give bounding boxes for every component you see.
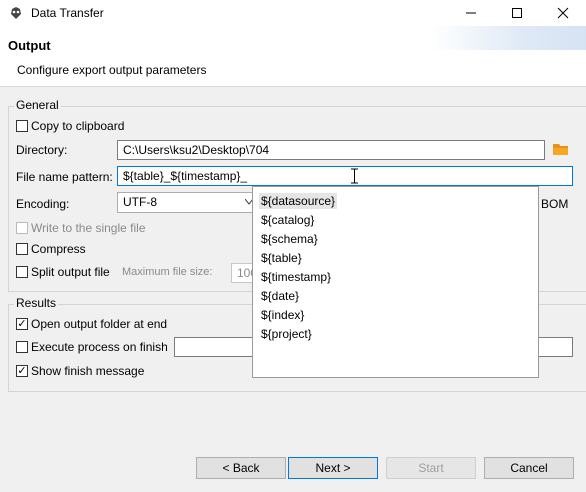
- split-output-checkbox[interactable]: [16, 266, 28, 278]
- compress-label: Compress: [31, 242, 86, 256]
- open-folder-label: Open output folder at end: [31, 317, 168, 331]
- back-button[interactable]: < Back: [196, 457, 286, 479]
- folder-icon[interactable]: [553, 143, 569, 156]
- popup-item-project[interactable]: ${project}: [259, 326, 314, 342]
- close-icon: [557, 7, 569, 19]
- general-group-title: General: [14, 98, 61, 112]
- copy-to-clipboard-label: Copy to clipboard: [31, 119, 125, 133]
- popup-item-timestamp[interactable]: ${timestamp}: [259, 269, 333, 285]
- max-file-size-label: Maximum file size:: [122, 266, 213, 278]
- popup-item-schema[interactable]: ${schema}: [259, 231, 320, 247]
- copy-to-clipboard-checkbox[interactable]: [16, 120, 28, 132]
- directory-label: Directory:: [16, 143, 68, 157]
- close-button[interactable]: [540, 0, 586, 26]
- compress-checkbox[interactable]: [16, 243, 28, 255]
- maximize-button[interactable]: [494, 0, 540, 26]
- minimize-button[interactable]: [448, 0, 494, 26]
- file-name-pattern-label: File name pattern:: [16, 170, 113, 184]
- split-output-label: Split output file: [31, 265, 110, 279]
- minimize-icon: [466, 12, 476, 14]
- text-cursor-icon: [351, 168, 358, 184]
- file-name-pattern-input[interactable]: ${table}_${timestamp}_: [117, 166, 573, 186]
- popup-item-date[interactable]: ${date}: [259, 288, 301, 304]
- maximize-icon: [512, 8, 522, 18]
- encoding-label: Encoding:: [16, 197, 70, 211]
- next-button[interactable]: Next >: [288, 457, 378, 479]
- variable-autocomplete-popup: ${datasource} ${catalog} ${schema} ${tab…: [252, 186, 539, 378]
- bom-label: BOM: [541, 197, 569, 211]
- write-single-file-checkbox[interactable]: [16, 222, 28, 234]
- encoding-select[interactable]: UTF-8: [117, 192, 262, 213]
- popup-item-index[interactable]: ${index}: [259, 307, 306, 323]
- start-button[interactable]: Start: [386, 457, 476, 479]
- directory-input[interactable]: C:\Users\ksu2\Desktop\704: [117, 140, 545, 160]
- popup-item-datasource[interactable]: ${datasource}: [259, 193, 338, 209]
- popup-item-table[interactable]: ${table}: [259, 250, 304, 266]
- results-group-title: Results: [14, 296, 59, 310]
- write-single-file-label: Write to the single file: [31, 221, 146, 235]
- execute-process-checkbox[interactable]: [16, 341, 28, 353]
- execute-process-label: Execute process on finish: [31, 340, 168, 354]
- page-title: Output: [8, 38, 51, 53]
- cancel-button[interactable]: Cancel: [484, 457, 574, 479]
- header-banner: [430, 26, 586, 50]
- window-title: Data Transfer: [31, 6, 104, 20]
- encoding-value: UTF-8: [123, 195, 157, 209]
- show-finish-checkbox[interactable]: ✓: [16, 365, 28, 377]
- page-description: Configure export output parameters: [17, 63, 207, 77]
- button-bar-divider: [0, 440, 586, 441]
- app-icon: [11, 7, 21, 19]
- show-finish-label: Show finish message: [31, 364, 145, 378]
- popup-item-catalog[interactable]: ${catalog}: [259, 212, 316, 228]
- open-folder-checkbox[interactable]: ✓: [16, 318, 28, 330]
